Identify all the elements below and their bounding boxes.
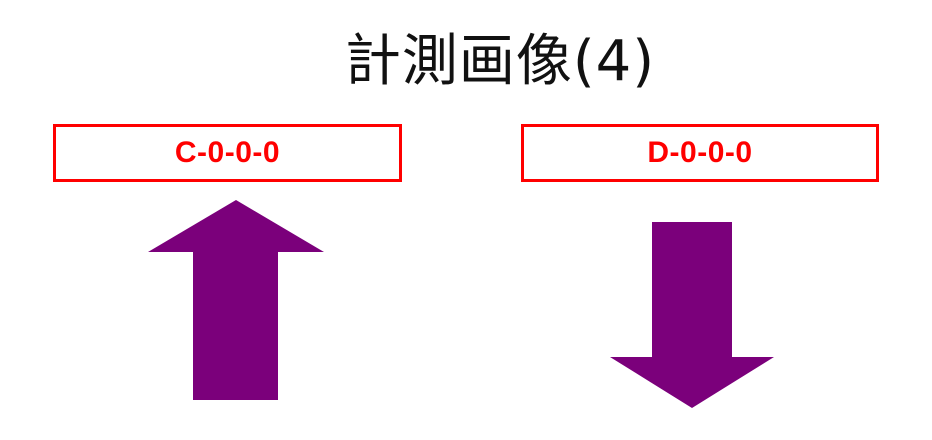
label-box-left: C-0-0-0 xyxy=(53,124,402,182)
up-arrow-icon xyxy=(148,200,324,400)
label-left-text: C-0-0-0 xyxy=(174,136,281,169)
down-arrow-icon xyxy=(610,222,774,408)
label-right-text: D-0-0-0 xyxy=(647,136,753,169)
page-title: 計測画像(4) xyxy=(344,29,656,94)
label-box-right: D-0-0-0 xyxy=(521,124,879,182)
